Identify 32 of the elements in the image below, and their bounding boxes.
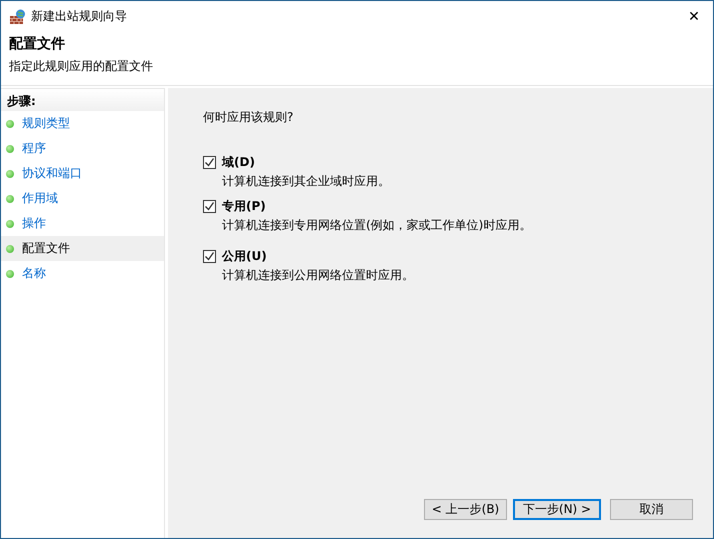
bullet-icon (6, 144, 14, 152)
step-item[interactable]: 规则类型 (1, 111, 164, 136)
step-item[interactable]: 名称 (1, 261, 164, 286)
step-item[interactable]: 程序 (1, 136, 164, 161)
option-description: 计算机连接到公用网络位置时应用。 (222, 267, 415, 284)
checkbox[interactable] (203, 200, 216, 213)
bullet-icon (6, 220, 14, 228)
step-item[interactable]: 操作 (1, 211, 164, 236)
wizard-button[interactable]: 取消 (610, 499, 693, 520)
page-subtitle: 指定此规则应用的配置文件 (9, 58, 154, 75)
firewall-icon (10, 8, 26, 24)
page-title: 配置文件 (9, 35, 66, 53)
step-item[interactable]: 协议和端口 (1, 161, 164, 186)
option-label[interactable]: 公用(U) (222, 248, 267, 265)
bullet-icon (6, 270, 14, 278)
checkbox[interactable] (203, 156, 216, 169)
bullet-icon (6, 120, 14, 128)
window-title: 新建出站规则向导 (31, 8, 128, 25)
step-item[interactable]: 作用域 (1, 186, 164, 211)
bullet-icon (6, 170, 14, 178)
bullet-icon (6, 194, 14, 202)
option-label[interactable]: 域(D) (222, 154, 255, 171)
option-description: 计算机连接到专用网络位置(例如，家或工作单位)时应用。 (222, 217, 532, 234)
close-button[interactable]: ✕ (679, 8, 709, 24)
option-description: 计算机连接到其企业域时应用。 (222, 173, 391, 190)
wizard-button[interactable]: < 上一步(B) (424, 499, 507, 520)
option-label[interactable]: 专用(P) (222, 198, 266, 215)
bullet-icon (6, 244, 14, 252)
step-item[interactable]: 配置文件 (1, 236, 164, 261)
checkbox[interactable] (203, 250, 216, 263)
question-text: 何时应用该规则? (203, 109, 294, 126)
wizard-button[interactable]: 下一步(N) > (513, 499, 601, 520)
